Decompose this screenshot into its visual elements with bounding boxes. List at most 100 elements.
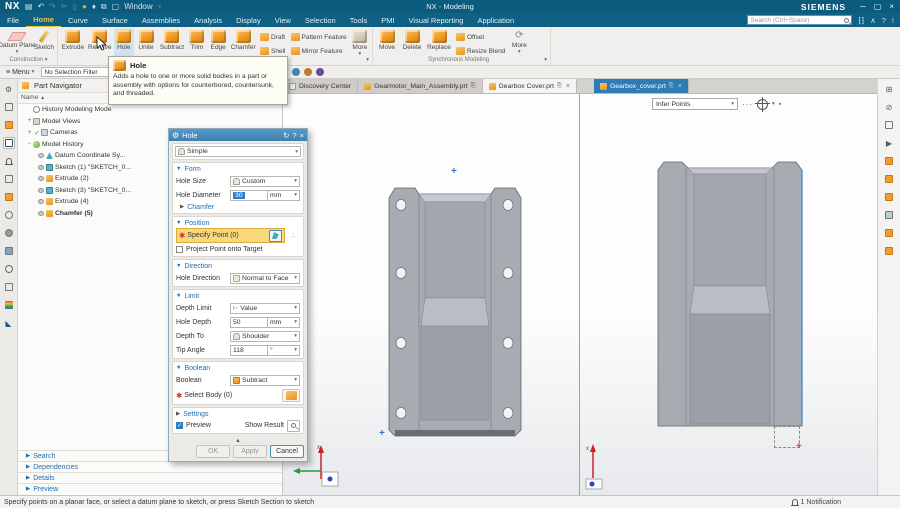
notification-area[interactable]: 1 Notification bbox=[792, 499, 841, 506]
sync-more-button[interactable]: ⟳More▾ bbox=[508, 28, 530, 57]
feature-more-button[interactable]: More▾ bbox=[350, 28, 370, 57]
sketch-section-button[interactable] bbox=[269, 230, 282, 242]
delete-button[interactable]: Delete bbox=[400, 28, 424, 57]
point-dialog-icon[interactable] bbox=[757, 99, 768, 110]
more-options-icon[interactable]: ··· bbox=[742, 100, 753, 109]
chamfer-subsection-header[interactable]: ▶Chamfer bbox=[176, 202, 300, 212]
search-icon[interactable] bbox=[844, 18, 849, 23]
visibility-eye-icon[interactable] bbox=[38, 188, 44, 193]
search-input[interactable]: Search (Ctrl+Space) bbox=[747, 15, 852, 25]
position-section-header[interactable]: ▼Position bbox=[176, 218, 300, 228]
tab-gearmotor-assembly[interactable]: Gearmotor_Main_Assembly.prt⎘ bbox=[358, 79, 482, 93]
part-module-icon[interactable] bbox=[883, 155, 895, 167]
show-result-button[interactable] bbox=[287, 420, 300, 432]
command-finder-icon[interactable]: ♦ bbox=[92, 2, 96, 11]
tree-row-history-mode[interactable]: History Modeling Mode bbox=[18, 104, 282, 116]
form-section-header[interactable]: ▼Form bbox=[176, 164, 300, 174]
web-browser-icon[interactable] bbox=[3, 245, 15, 257]
hole-depth-input[interactable]: 50 bbox=[230, 317, 268, 328]
view-camera-icon[interactable] bbox=[3, 119, 15, 131]
hole-diameter-input[interactable]: 30 bbox=[230, 190, 268, 201]
menu-display[interactable]: Display bbox=[229, 14, 268, 27]
tab-discovery-center[interactable]: Discovery Center bbox=[283, 79, 358, 93]
menu-assemblies[interactable]: Assemblies bbox=[135, 14, 187, 27]
depth-unit-select[interactable]: mm▾ bbox=[268, 317, 300, 328]
mirror-feature-button[interactable]: Mirror Feature bbox=[289, 45, 349, 57]
fullscreen-icon[interactable]: ⁅⁆ bbox=[858, 16, 864, 25]
visibility-eye-icon[interactable] bbox=[38, 211, 44, 216]
snap-point-select[interactable]: Infer Points▾ bbox=[652, 98, 738, 110]
window-icon[interactable]: ▢ bbox=[112, 2, 120, 11]
depth-limit-select[interactable]: ⊢Value▾ bbox=[230, 303, 300, 314]
menu-home[interactable]: Home bbox=[26, 13, 61, 28]
tab-gearbox-cover[interactable]: Gearbox Cover.prt⎘× bbox=[483, 79, 577, 93]
depth-to-select[interactable]: Shoulder▾ bbox=[230, 331, 300, 342]
draft-button[interactable]: Draft bbox=[258, 31, 287, 43]
pattern-feature-button[interactable]: Pattern Feature bbox=[289, 31, 349, 43]
point-dialog-arrow[interactable]: ▾ bbox=[772, 101, 775, 107]
boolean-section-header[interactable]: ▼Boolean bbox=[176, 363, 300, 373]
project-point-checkbox[interactable] bbox=[176, 246, 183, 253]
cloud-icon[interactable] bbox=[3, 209, 15, 221]
boolean-select[interactable]: Subtract▾ bbox=[230, 375, 300, 386]
direction-section-header[interactable]: ▼Direction bbox=[176, 261, 300, 271]
dialog-collapse-handle[interactable]: ▲ bbox=[172, 438, 304, 445]
hole-dialog-titlebar[interactable]: ⚙ Hole ↻ ? × bbox=[169, 129, 307, 141]
menu-dropdown-button[interactable]: ≡ Menu▾ bbox=[3, 69, 37, 76]
minimize-button[interactable]: ─ bbox=[860, 2, 866, 11]
specify-point-row[interactable]: ✱ Specify Point (0) bbox=[176, 228, 285, 243]
preview-checkbox[interactable]: ✓ bbox=[176, 422, 183, 429]
visibility-eye-icon[interactable] bbox=[38, 199, 44, 204]
edit-section-icon[interactable] bbox=[883, 119, 895, 131]
render-globe-icon[interactable] bbox=[304, 68, 312, 76]
visibility-eye-icon[interactable] bbox=[38, 176, 44, 181]
hole-size-select[interactable]: Custom▾ bbox=[230, 176, 300, 187]
selection-filter-select[interactable]: No Selection Filter▾ bbox=[41, 67, 113, 77]
window-menu[interactable]: Window bbox=[124, 2, 152, 11]
menu-analysis[interactable]: Analysis bbox=[187, 14, 229, 27]
export-box-icon[interactable] bbox=[883, 245, 895, 257]
hole-button[interactable]: Hole bbox=[114, 28, 134, 57]
menu-view[interactable]: View bbox=[268, 14, 298, 27]
snapshot-globe-icon[interactable] bbox=[292, 68, 300, 76]
section-preview[interactable]: ▶Preview bbox=[18, 483, 282, 494]
offset-button[interactable]: Offset bbox=[454, 31, 507, 43]
hide-toggle-icon[interactable]: ⊘ bbox=[883, 101, 895, 113]
menu-selection[interactable]: Selection bbox=[298, 14, 343, 27]
menu-file[interactable]: File bbox=[0, 14, 26, 27]
structure-house-icon[interactable] bbox=[883, 209, 895, 221]
visibility-eye-icon[interactable] bbox=[38, 165, 44, 170]
menu-application[interactable]: Application bbox=[470, 14, 521, 27]
trim-button[interactable]: Trim bbox=[187, 28, 207, 57]
layers-icon[interactable] bbox=[3, 191, 15, 203]
viewport-left[interactable]: + + x bbox=[283, 94, 580, 495]
selection-arrow-icon[interactable]: ◣ bbox=[3, 317, 15, 329]
point-constructor-icon[interactable]: ∴ bbox=[287, 229, 300, 242]
gearbox-cover-3d-no-holes[interactable] bbox=[650, 156, 812, 444]
visibility-eye-icon[interactable] bbox=[38, 153, 44, 158]
gearbox-cover-3d-with-holes[interactable] bbox=[385, 180, 525, 442]
menu-curve[interactable]: Curve bbox=[61, 14, 95, 27]
window-menu-arrow[interactable]: ▾ bbox=[158, 2, 162, 11]
viewport-right[interactable]: Infer Points▾ ··· ▾ ▪ + bbox=[580, 94, 877, 495]
part-module-icon[interactable] bbox=[883, 191, 895, 203]
datum-plane-button[interactable]: Datum Plane▾ bbox=[2, 28, 32, 57]
limit-section-header[interactable]: ▼Limit bbox=[176, 291, 300, 301]
dialog-close-icon[interactable]: × bbox=[300, 131, 304, 140]
section-details[interactable]: ▶Details bbox=[18, 472, 282, 483]
dialog-reset-icon[interactable]: ↻ bbox=[283, 131, 289, 140]
reuse-library-icon[interactable] bbox=[3, 173, 15, 185]
close-button[interactable]: × bbox=[889, 2, 894, 11]
part-module-icon[interactable] bbox=[883, 173, 895, 185]
notifications-bell-icon[interactable] bbox=[3, 155, 15, 167]
section-dependencies[interactable]: ▶Dependencies bbox=[18, 461, 282, 472]
settings-gear-icon[interactable]: ⚙ bbox=[3, 83, 15, 95]
menu-surface[interactable]: Surface bbox=[95, 14, 135, 27]
touch-mode-icon[interactable]: ● bbox=[82, 2, 87, 11]
menu-visual-reporting[interactable]: Visual Reporting bbox=[402, 14, 471, 27]
cancel-button[interactable]: Cancel bbox=[270, 445, 304, 458]
minimize-ribbon-icon[interactable]: ∧ bbox=[870, 16, 876, 25]
restore-button[interactable]: ▢ bbox=[874, 2, 882, 11]
settings-section-header[interactable]: ▶Settings bbox=[176, 409, 300, 419]
menu-pmi[interactable]: PMI bbox=[374, 14, 401, 27]
